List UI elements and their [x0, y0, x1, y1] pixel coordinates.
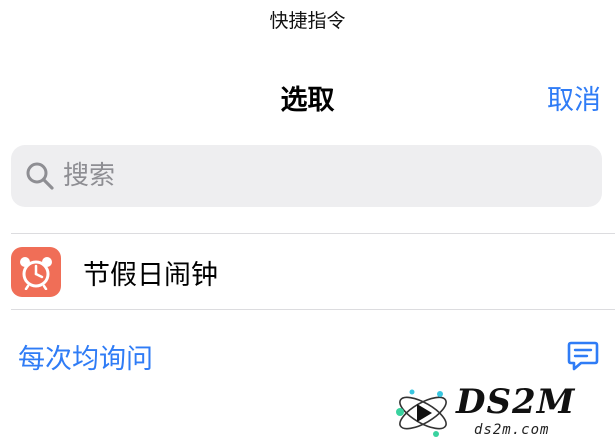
search-input[interactable]: [63, 161, 563, 191]
watermark-url: ds2m.com: [474, 422, 550, 438]
watermark-logo-text: DS2M: [456, 382, 576, 422]
divider: [11, 309, 615, 310]
page-title: 选取: [280, 85, 335, 116]
ask-each-time-link[interactable]: 每次均询问: [18, 337, 153, 376]
watermark: DS2M ds2m.com: [392, 380, 607, 446]
watermark-logo-icon: [396, 389, 447, 437]
divider: [11, 233, 615, 234]
cancel-button[interactable]: 取消: [547, 78, 601, 117]
app-title: 快捷指令: [269, 10, 346, 32]
comment-icon[interactable]: [566, 339, 600, 373]
screen: 快捷指令 选取 取消 节假日闹钟 每次均询问: [0, 0, 615, 448]
search-bar[interactable]: [11, 145, 602, 207]
list-item-label: 节假日闹钟: [83, 259, 218, 291]
alarm-clock-icon: [11, 247, 61, 297]
ask-each-time-row: 每次均询问: [18, 336, 608, 376]
list-item[interactable]: 节假日闹钟: [11, 240, 615, 304]
search-icon: [25, 161, 55, 191]
